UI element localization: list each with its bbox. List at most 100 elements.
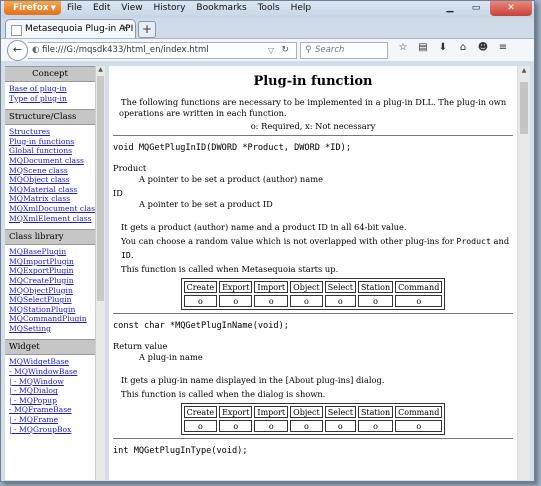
firefox-menu-button[interactable]: Firefox ▼ [4, 1, 61, 15]
sidebar-link[interactable]: Structures [9, 127, 95, 137]
downloads-icon[interactable]: ⬇ [433, 42, 453, 53]
sidebar-link[interactable]: MQExportPlugin [9, 266, 95, 276]
sidebar-link[interactable]: MQXmlDocument class [9, 204, 95, 214]
return-desc: A plug-in name [139, 352, 203, 362]
plugin-type-table: Create Export Import Object Select Stati… [180, 403, 446, 435]
sidebar-link[interactable]: | - MQDialog [9, 386, 95, 396]
table-header: Select [324, 281, 356, 293]
divider [113, 438, 513, 439]
close-window-button[interactable]: ✕ [490, 1, 532, 16]
url-text: file:///G:/mqsdk433/html_en/index.html [42, 45, 209, 55]
sidebar-link[interactable]: | - MQGroupBox [9, 425, 95, 435]
browser-window: Firefox ▼ File Edit View History Bookmark… [0, 0, 535, 482]
search-input[interactable]: ⚲ Search [300, 42, 388, 59]
sidebar-link[interactable]: MQMatrix class [9, 194, 95, 204]
tab-metasequoia[interactable]: Metasequoia Plug-in API ✕ [5, 19, 136, 39]
scroll-up-icon[interactable]: ▲ [518, 67, 530, 74]
dropdown-arrow-icon[interactable]: ▽ [268, 43, 274, 58]
sidebar-frame: Concept Base of plug-in Type of plug-in … [5, 66, 95, 480]
sidebar-link[interactable]: MQMaterial class [9, 185, 95, 195]
sidebar-scrollbar[interactable]: ▲ [95, 66, 105, 480]
sidebar-link[interactable]: Type of plug-in [9, 94, 95, 104]
table-cell: o [290, 295, 323, 307]
menu-view[interactable]: View [121, 3, 142, 13]
sidebar-link[interactable]: - MQWindowBase [9, 367, 95, 377]
table-cell: o [254, 295, 289, 307]
sidebar-link[interactable]: - MQFrameBase [9, 405, 95, 415]
minimize-button[interactable]: ▁ [438, 1, 462, 16]
maximize-button[interactable]: ▭ [464, 1, 488, 16]
table-cell: o [357, 420, 394, 432]
sidebar-link[interactable]: MQCreatePlugin [9, 276, 95, 286]
sidebar-link[interactable]: MQBasePlugin [9, 247, 95, 257]
table-header: Create [183, 281, 218, 293]
bookmark-star-icon[interactable]: ☆ [393, 42, 413, 53]
menu-file[interactable]: File [67, 3, 82, 13]
divider [113, 135, 513, 136]
table-header: Import [254, 406, 289, 418]
sidebar-link[interactable]: | - MQWindow [9, 377, 95, 387]
tab-strip: Metasequoia Plug-in API ✕ + [1, 18, 534, 39]
back-button[interactable]: ← [7, 40, 28, 61]
sidebar-link[interactable]: | - MQFrame [9, 415, 95, 425]
function-signature: void MQGetPlugInID(DWORD *Product, DWORD… [113, 143, 351, 153]
table-cell: o [183, 420, 218, 432]
sidebar-section-structure: Structure/Class [5, 109, 95, 126]
sidebar-link[interactable]: MQScene class [9, 166, 95, 176]
scrollbar-thumb[interactable] [97, 76, 104, 301]
addon-icon[interactable]: ☻ [473, 42, 493, 53]
menu-bookmarks[interactable]: Bookmarks [196, 3, 246, 13]
menu-bar: File Edit View History Bookmarks Tools H… [67, 3, 319, 13]
function-description: This function is called when the dialog … [121, 389, 326, 399]
sidebar-link[interactable]: Plug-in functions [9, 137, 95, 147]
sidebar-link[interactable]: MQImportPlugin [9, 257, 95, 267]
table-cell: o [395, 420, 443, 432]
menu-tools[interactable]: Tools [258, 3, 280, 13]
divider [113, 313, 513, 314]
sidebar-link[interactable]: MQObject class [9, 175, 95, 185]
menu-history[interactable]: History [153, 3, 185, 13]
bookmarks-menu-icon[interactable]: ▤ [413, 42, 433, 53]
sidebar-link[interactable]: MQCommandPlugin [9, 314, 95, 324]
main-frame: Plug-in function The following functions… [109, 66, 517, 480]
url-bar[interactable]: ◐ file:///G:/mqsdk433/html_en/index.html… [28, 42, 297, 59]
home-icon[interactable]: ⌂ [453, 42, 473, 53]
title-bar: Firefox ▼ File Edit View History Bookmark… [1, 1, 534, 18]
param-name: Product [113, 163, 147, 173]
table-header: Object [290, 281, 323, 293]
main-scrollbar[interactable]: ▲ [518, 66, 530, 480]
table-header: Command [395, 406, 443, 418]
toolbar-icons: ☆ ▤ ⬇ ⌂ ☻ ≡ [393, 42, 513, 53]
search-icon: ⚲ [305, 45, 312, 55]
intro-text: The following functions are necessary to… [119, 97, 507, 118]
new-tab-button[interactable]: + [138, 21, 156, 38]
sidebar-link[interactable]: MQSelectPlugin [9, 295, 95, 305]
sidebar-link[interactable]: Base of plug-in [9, 84, 95, 94]
param-name: ID [113, 188, 123, 198]
legend-text: o: Required, x: Not necessary [250, 121, 376, 131]
scroll-up-icon[interactable]: ▲ [96, 66, 105, 74]
tab-close-icon[interactable]: ✕ [121, 20, 129, 38]
menu-help[interactable]: Help [291, 3, 312, 13]
table-cell: o [290, 420, 323, 432]
scrollbar-thumb[interactable] [520, 82, 528, 134]
sidebar-link[interactable]: MQXmlElement class [9, 214, 95, 224]
table-cell: o [357, 295, 394, 307]
function-description: It gets a product (author) name and a pr… [121, 222, 407, 232]
reload-icon[interactable]: ↻ [281, 43, 289, 58]
open-menu-icon[interactable]: ≡ [493, 42, 513, 53]
function-description: It gets a plug-in name displayed in the … [121, 375, 385, 385]
menu-edit[interactable]: Edit [93, 3, 110, 13]
sidebar-link[interactable]: MQObjectPlugin [9, 286, 95, 296]
sidebar-link[interactable]: | - MQPopup [9, 396, 95, 406]
sidebar-link[interactable]: MQSetting [9, 324, 95, 334]
search-placeholder: Search [315, 45, 345, 55]
table-header: Command [395, 281, 443, 293]
sidebar-link[interactable]: Global functions [9, 146, 95, 156]
table-cell: o [219, 420, 253, 432]
table-cell: o [183, 295, 218, 307]
function-entry: void MQGetPlugInID(DWORD *Product, DWORD… [109, 143, 517, 310]
sidebar-link[interactable]: MQDocument class [9, 156, 95, 166]
sidebar-link[interactable]: MQWidgetBase [9, 357, 95, 367]
sidebar-link[interactable]: MQStationPlugin [9, 305, 95, 315]
